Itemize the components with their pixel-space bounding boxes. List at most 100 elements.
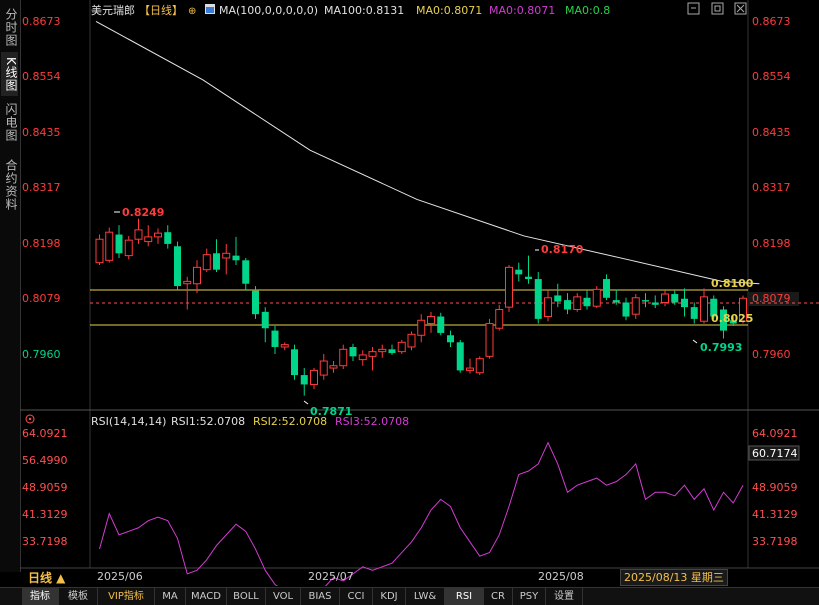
candle[interactable]	[134, 229, 143, 240]
candle[interactable]	[573, 296, 582, 310]
candle[interactable]	[154, 232, 162, 238]
rsi-left-tick: 64.0921	[22, 427, 68, 440]
restore-icon[interactable]	[711, 2, 724, 15]
candle[interactable]	[232, 255, 240, 261]
candle[interactable]	[447, 335, 454, 343]
candle[interactable]	[612, 300, 620, 303]
candle[interactable]	[349, 346, 357, 357]
candle[interactable]	[358, 354, 367, 361]
rsi-left-tick: 33.7198	[22, 535, 68, 548]
candle[interactable]	[144, 236, 153, 243]
left-tick: 0.8317	[22, 181, 61, 194]
tab-boll[interactable]: BOLL	[227, 588, 266, 605]
candle[interactable]	[631, 297, 640, 315]
tab-psy[interactable]: PSY	[513, 588, 546, 605]
tab-bias[interactable]: BIAS	[301, 588, 340, 605]
date-tick: 2025/07	[308, 570, 354, 583]
candle[interactable]	[681, 298, 688, 308]
candle[interactable]	[397, 341, 406, 353]
candle[interactable]	[544, 297, 552, 318]
candle[interactable]	[495, 308, 504, 329]
candle[interactable]	[505, 266, 513, 308]
candle[interactable]	[554, 295, 562, 302]
candle[interactable]	[310, 369, 318, 385]
current-date-box: 2025/08/13 星期三	[620, 569, 728, 586]
rsi-left-tick: 41.3129	[22, 508, 68, 521]
tab-rsi[interactable]: RSI	[445, 588, 484, 605]
candle[interactable]	[417, 319, 426, 336]
candle[interactable]	[368, 351, 377, 357]
candle[interactable]	[339, 348, 348, 367]
tab-macd[interactable]: MACD	[186, 588, 227, 605]
candle[interactable]	[329, 365, 338, 369]
candle[interactable]	[271, 330, 279, 347]
candle[interactable]	[475, 358, 484, 374]
indicator-tab-bar: 指标 模板 VIP指标 MA MACD BOLL VOL BIAS CCI KD…	[0, 587, 819, 605]
candle[interactable]	[642, 300, 649, 302]
candle[interactable]	[427, 316, 435, 325]
candle[interactable]	[291, 349, 298, 376]
candle[interactable]	[456, 342, 464, 371]
ma-toggle-icon[interactable]: ⊕	[188, 6, 196, 17]
candle[interactable]	[388, 349, 396, 354]
candle[interactable]	[603, 279, 610, 298]
rsi3-value: RSI3:52.0708	[335, 415, 409, 428]
window-controls	[687, 2, 747, 15]
candle[interactable]	[222, 252, 231, 259]
candle[interactable]	[671, 294, 679, 303]
tab-settings[interactable]: 设置	[546, 588, 583, 605]
kline-chart[interactable]: 美元瑞郎 【日线】 ⊕ MA(100,0,0,0,0,0) MA100:0.81…	[0, 0, 819, 586]
candle[interactable]	[485, 323, 494, 357]
candle[interactable]	[319, 360, 328, 376]
tab-ma[interactable]: MA	[155, 588, 186, 605]
candle[interactable]	[193, 266, 201, 285]
candle[interactable]	[651, 302, 659, 305]
candle[interactable]	[592, 288, 601, 307]
tab-vol[interactable]: VOL	[266, 588, 301, 605]
candle[interactable]	[466, 367, 474, 371]
candle[interactable]	[164, 232, 172, 244]
candle[interactable]	[583, 297, 591, 307]
candle[interactable]	[525, 276, 532, 280]
candle[interactable]	[174, 246, 181, 287]
tab-template[interactable]: 模板	[59, 588, 98, 605]
candle[interactable]	[564, 300, 571, 310]
candle[interactable]	[115, 234, 123, 254]
candle[interactable]	[261, 311, 269, 329]
candle[interactable]	[437, 316, 445, 333]
candle[interactable]	[280, 344, 289, 348]
candle[interactable]	[95, 238, 104, 264]
date-tick: 2025/06	[97, 570, 143, 583]
ma100-line	[95, 20, 760, 285]
tab-cci[interactable]: CCI	[340, 588, 373, 605]
candle[interactable]	[213, 253, 220, 270]
candle[interactable]	[378, 348, 387, 353]
candle[interactable]	[242, 260, 250, 284]
tab-vip-indicator[interactable]: VIP指标	[98, 588, 155, 605]
left-tick: 0.8079	[22, 292, 61, 305]
tab-indicator[interactable]: 指标	[22, 588, 59, 605]
candle[interactable]	[515, 269, 523, 275]
candle[interactable]	[183, 280, 192, 285]
low-label-2: 0.7993	[700, 341, 742, 354]
candle[interactable]	[202, 254, 211, 271]
tab-kdj[interactable]: KDJ	[373, 588, 406, 605]
price-axis: 0.8673 0.8554 0.8435 0.8317 0.8198 0.807…	[22, 15, 799, 361]
candle[interactable]	[252, 290, 259, 315]
candle[interactable]	[690, 307, 698, 319]
candle[interactable]	[300, 375, 308, 385]
candle[interactable]	[407, 333, 416, 348]
rsi-right-tick: 48.9059	[752, 481, 798, 494]
candle[interactable]	[105, 231, 114, 261]
candle[interactable]	[534, 279, 542, 319]
candle[interactable]	[622, 302, 630, 317]
candle-series	[95, 218, 747, 396]
tab-lw[interactable]: LW&	[406, 588, 445, 605]
candle[interactable]	[661, 293, 669, 303]
candle[interactable]	[124, 239, 133, 257]
left-tick: 0.8554	[22, 70, 61, 83]
tab-cr[interactable]: CR	[484, 588, 513, 605]
candle[interactable]	[700, 296, 708, 322]
period-selector[interactable]: 日线 ▲	[28, 569, 65, 586]
ma0-value-b: MA0:0.8071	[489, 4, 555, 17]
